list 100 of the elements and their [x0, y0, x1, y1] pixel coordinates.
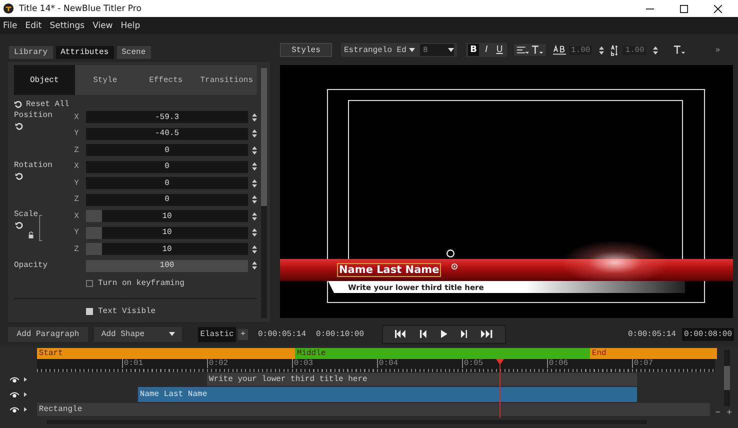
visibility-eye-icon[interactable] — [10, 406, 19, 412]
align-icon[interactable] — [516, 45, 529, 55]
number-field[interactable]: 10 — [86, 226, 248, 238]
spinner-icon[interactable] — [252, 244, 257, 254]
axis-label: Y — [73, 129, 80, 138]
axis-label: Y — [73, 228, 80, 237]
styles-button[interactable]: Styles — [280, 43, 332, 57]
menu-item[interactable]: File — [3, 20, 18, 30]
keyframing-checkbox[interactable]: Turn on keyframing — [86, 278, 184, 288]
spinner-icon[interactable] — [252, 112, 257, 122]
scrollbar[interactable] — [261, 68, 267, 318]
timeline-section[interactable]: End — [590, 348, 717, 359]
skip-to-start-icon[interactable] — [395, 330, 406, 338]
spinner-icon[interactable] — [653, 46, 658, 54]
axis-label: Z — [73, 195, 80, 204]
checkbox[interactable] — [86, 308, 93, 314]
format-button[interactable]: B — [468, 44, 479, 56]
add-paragraph-button[interactable]: Add Paragraph — [8, 326, 88, 342]
duration-time: 0:00:10:00 — [316, 330, 364, 338]
text-visible-checkbox[interactable]: Text Visible — [86, 306, 156, 316]
spinner-icon[interactable] — [252, 129, 257, 138]
timeline-scrollbar[interactable] — [724, 350, 730, 406]
add-shape-button[interactable]: Add Shape — [94, 326, 182, 342]
format-button[interactable]: U — [494, 44, 505, 56]
attribute-tab[interactable]: Transitions — [196, 65, 257, 95]
step-forward-icon[interactable] — [461, 330, 468, 338]
app-logo-icon — [3, 3, 14, 14]
expand-arrow-icon[interactable] — [24, 377, 27, 382]
elastic-button[interactable]: Elastic — [198, 326, 236, 342]
spinner-icon[interactable] — [252, 261, 257, 270]
add-button[interactable]: + — [238, 328, 248, 340]
expand-arrow-icon[interactable] — [24, 407, 27, 412]
expand-arrow-icon[interactable] — [24, 392, 27, 397]
menu-item[interactable]: Help — [120, 20, 140, 30]
spinner-icon[interactable] — [252, 178, 257, 188]
checkbox[interactable] — [86, 280, 93, 286]
track-clip[interactable]: Write your lower third title here — [206, 373, 637, 386]
rotate-handle-icon[interactable] — [446, 249, 455, 258]
close-icon[interactable] — [714, 4, 722, 12]
attribute-tab[interactable]: Effects — [136, 65, 196, 95]
axis-label: X — [73, 112, 80, 122]
leading-icon — [611, 44, 620, 56]
number-field[interactable]: 0 — [86, 177, 248, 189]
number-field[interactable]: 0 — [86, 194, 248, 206]
axis-label: X — [73, 162, 80, 171]
visibility-eye-icon[interactable] — [10, 376, 19, 382]
panel-tab[interactable]: Scene — [116, 46, 151, 59]
axis-label: Z — [73, 244, 80, 254]
play-icon[interactable] — [440, 330, 447, 338]
timeline-section[interactable]: Middle — [294, 348, 590, 359]
font-size-dropdown[interactable]: 8 — [420, 44, 454, 56]
spinner-icon[interactable] — [252, 195, 257, 204]
format-button[interactable]: I — [481, 44, 492, 56]
spinner-icon[interactable] — [252, 146, 257, 154]
step-back-icon[interactable] — [420, 330, 427, 338]
reset-all-button[interactable]: Reset All — [14, 98, 70, 110]
anchor-icon[interactable] — [451, 263, 458, 270]
leading-field[interactable]: 1.00 — [623, 46, 646, 54]
lock-icon[interactable] — [28, 231, 34, 239]
attribute-tab[interactable]: Object — [14, 65, 75, 95]
number-field[interactable]: 0 — [86, 160, 248, 172]
text-style-icon[interactable] — [531, 45, 544, 55]
timeline-section[interactable]: Start — [36, 348, 295, 359]
number-field[interactable]: -59.3 — [86, 111, 248, 123]
number-field[interactable]: 100 — [86, 260, 248, 272]
maximize-icon[interactable] — [680, 4, 688, 12]
panel-tab[interactable]: Attributes — [56, 46, 114, 59]
panel-tab[interactable]: Library — [9, 46, 53, 59]
skip-to-end-icon[interactable] — [481, 330, 493, 338]
ruler-label: 0:03 — [292, 359, 314, 368]
number-field[interactable]: 0 — [86, 144, 248, 156]
spinner-icon[interactable] — [252, 228, 257, 237]
menu-item[interactable]: View — [92, 20, 113, 30]
track-clip[interactable]: Name Last Name — [138, 387, 637, 402]
property-label: Position — [14, 111, 54, 120]
spinner-icon[interactable] — [252, 212, 257, 220]
menu-item[interactable]: Edit — [25, 20, 42, 30]
number-field[interactable]: 10 — [86, 210, 248, 222]
name-title-text[interactable]: Name Last Name — [337, 263, 442, 277]
tracking-field[interactable]: 1.00 — [569, 46, 592, 54]
reset-icon[interactable] — [15, 122, 23, 130]
number-field[interactable]: 10 — [86, 243, 248, 255]
track-clip[interactable]: Rectangle — [36, 403, 710, 416]
text-options-icon[interactable] — [673, 45, 686, 55]
property-label: Opacity — [14, 261, 49, 270]
number-field[interactable]: -40.5 — [86, 128, 248, 140]
zoom-out-button[interactable]: − — [715, 408, 721, 418]
end-time-field[interactable]: 0:00:08:00 — [682, 328, 734, 340]
reset-icon[interactable] — [15, 172, 23, 180]
visibility-eye-icon[interactable] — [10, 392, 19, 398]
reset-icon[interactable] — [15, 221, 23, 229]
attribute-tab[interactable]: Style — [74, 65, 136, 95]
spinner-icon[interactable] — [252, 162, 257, 171]
zoom-in-button[interactable]: + — [726, 408, 732, 418]
more-button[interactable]: » — [715, 46, 720, 54]
time-ruler[interactable]: 0:01 0:02 0:03 0:04 0:05 0:06 0:07 — [36, 359, 716, 372]
menu-item[interactable]: Settings — [50, 20, 85, 30]
playhead-marker[interactable] — [496, 359, 504, 418]
font-dropdown[interactable]: Estrangelo Ed — [344, 44, 418, 56]
spinner-icon[interactable] — [599, 46, 604, 54]
